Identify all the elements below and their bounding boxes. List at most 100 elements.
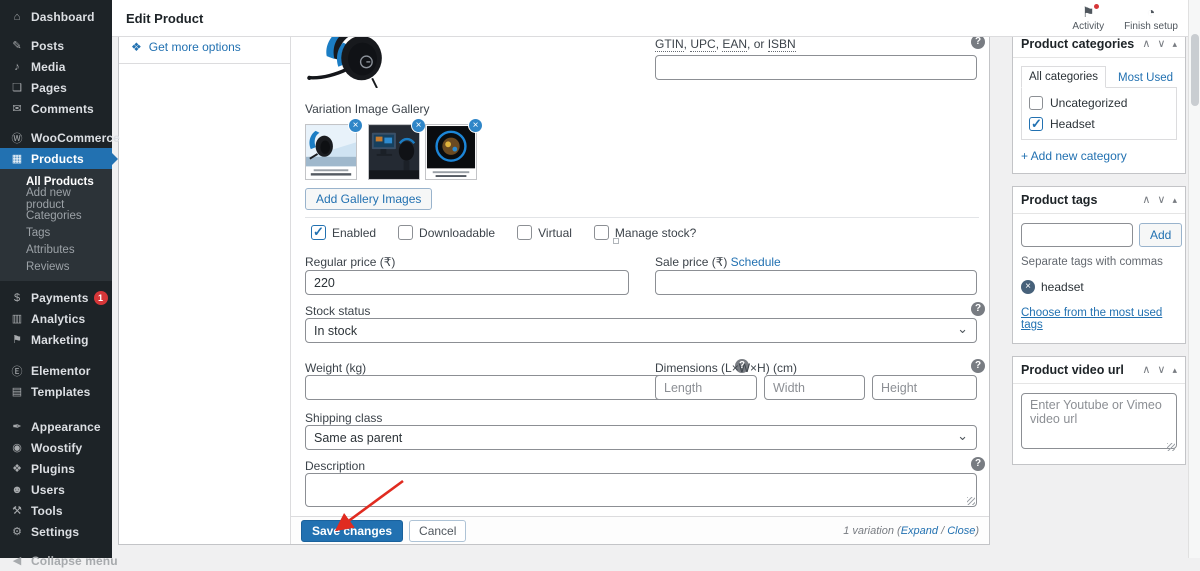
length-input[interactable]	[655, 375, 757, 400]
checkbox[interactable]	[1029, 96, 1043, 110]
new-tag-input[interactable]	[1021, 223, 1133, 247]
shipping-class-value: Same as parent	[314, 431, 402, 445]
sidebar-item-woocommerce[interactable]: Ⓦ WooCommerce	[0, 127, 112, 148]
regular-price-input[interactable]	[305, 270, 629, 295]
width-input[interactable]	[764, 375, 865, 400]
gear-icon: ⚙	[9, 525, 25, 538]
sidebar-item-appearance[interactable]: ✒ Appearance	[0, 416, 112, 437]
sidebar-item-woostify[interactable]: ◉ Woostify	[0, 437, 112, 458]
remove-tag-icon[interactable]: ×	[1021, 280, 1035, 294]
downloadable-checkbox[interactable]: Downloadable	[398, 225, 495, 240]
submenu-item-attributes[interactable]: Attributes	[0, 241, 112, 258]
category-list: Uncategorized Headset	[1021, 87, 1177, 140]
close-link[interactable]: Close	[947, 525, 975, 537]
checkbox[interactable]	[517, 225, 532, 240]
cancel-button[interactable]: Cancel	[409, 520, 466, 542]
sidebar-item-tools[interactable]: ⚒ Tools	[0, 500, 112, 521]
stock-status-help-icon[interactable]: ?	[971, 302, 985, 316]
expand-link[interactable]: Expand	[901, 525, 938, 537]
gallery-thumbnail[interactable]: ×	[368, 124, 420, 180]
move-down-icon[interactable]: ∨	[1157, 365, 1165, 376]
checkbox-checked[interactable]	[1029, 117, 1043, 131]
add-new-category-link[interactable]: + Add new category	[1013, 140, 1185, 173]
submenu-item-tags[interactable]: Tags	[0, 224, 112, 241]
tab-most-used[interactable]: Most Used	[1106, 68, 1173, 88]
sidebar-item-dashboard[interactable]: ⌂ Dashboard	[0, 6, 112, 27]
finish-setup-button[interactable]: ◔ Finish setup	[1124, 5, 1178, 32]
woocommerce-icon: Ⓦ	[9, 130, 25, 146]
toggle-panel-icon[interactable]: ▴	[1172, 39, 1177, 50]
category-label: Uncategorized	[1050, 96, 1127, 110]
isbn-abbr: ISBN	[768, 37, 796, 52]
sale-price-input[interactable]	[655, 270, 977, 295]
toggle-panel-icon[interactable]: ▴	[1172, 365, 1177, 376]
save-changes-button[interactable]: Save changes	[301, 520, 403, 542]
categories-tabs: All categories Most Used	[1021, 66, 1177, 88]
video-url-textarea[interactable]	[1021, 393, 1177, 449]
shipping-class-select[interactable]: Same as parent ⌄	[305, 425, 977, 450]
sidebar-item-pages[interactable]: ❏ Pages	[0, 77, 112, 98]
stock-status-select[interactable]: In stock ⌄	[305, 318, 977, 343]
checkbox[interactable]	[594, 225, 609, 240]
activity-button[interactable]: ⚑ Activity	[1072, 5, 1104, 32]
sidebar-item-templates[interactable]: ▤ Templates	[0, 381, 112, 402]
remove-image-icon[interactable]: ×	[348, 118, 363, 133]
gallery-thumbnail[interactable]: ×	[305, 124, 357, 180]
manage-stock-checkbox[interactable]: Manage stock?	[594, 225, 696, 240]
move-up-icon[interactable]: ∧	[1142, 39, 1150, 50]
topbar-actions: ⚑ Activity ◔ Finish setup	[1052, 5, 1178, 32]
move-down-icon[interactable]: ∨	[1157, 195, 1165, 206]
product-tags-header[interactable]: Product tags ∧ ∨ ▴	[1013, 187, 1185, 214]
submenu-item-reviews[interactable]: Reviews	[0, 258, 112, 275]
move-up-icon[interactable]: ∧	[1142, 365, 1150, 376]
description-textarea[interactable]	[305, 473, 977, 507]
remove-image-icon[interactable]: ×	[468, 118, 483, 133]
checkbox[interactable]	[398, 225, 413, 240]
schedule-link[interactable]: Schedule	[731, 255, 781, 269]
gtin-help-icon[interactable]: ?	[971, 35, 985, 49]
product-video-url-header[interactable]: Product video url ∧ ∨ ▴	[1013, 357, 1185, 384]
gallery-thumbnails: × ×	[305, 124, 477, 180]
sidebar-item-elementor[interactable]: Ⓔ Elementor	[0, 360, 112, 381]
get-more-options-label: Get more options	[149, 40, 241, 54]
sidebar-item-plugins[interactable]: ❖ Plugins	[0, 458, 112, 479]
resize-handle[interactable]	[1167, 443, 1175, 451]
category-item-headset[interactable]: Headset	[1029, 117, 1169, 131]
sidebar-item-collapse-menu[interactable]: ◀ Collapse menu	[0, 550, 112, 571]
variation-image[interactable]	[303, 30, 393, 88]
resize-handle[interactable]	[967, 497, 975, 505]
sidebar-item-settings[interactable]: ⚙ Settings	[0, 521, 112, 542]
tab-all-categories[interactable]: All categories	[1021, 66, 1106, 88]
scrollbar-thumb[interactable]	[1191, 34, 1199, 106]
add-gallery-images-button[interactable]: Add Gallery Images	[305, 188, 432, 210]
move-down-icon[interactable]: ∨	[1157, 39, 1165, 50]
page-scrollbar[interactable]	[1188, 0, 1200, 558]
height-input[interactable]	[872, 375, 977, 400]
sidebar-item-posts[interactable]: ✎ Posts	[0, 35, 112, 56]
sidebar-item-label: Appearance	[31, 420, 101, 434]
submenu-item-add-new-product[interactable]: Add new product	[0, 190, 112, 207]
sidebar-item-products[interactable]: ▦ Products	[0, 148, 112, 169]
sidebar-item-analytics[interactable]: ▥ Analytics	[0, 308, 112, 329]
dimensions-help-icon[interactable]: ?	[971, 359, 985, 373]
enabled-checkbox[interactable]: Enabled	[311, 225, 376, 240]
add-tag-button[interactable]: Add	[1139, 223, 1182, 247]
category-item-uncategorized[interactable]: Uncategorized	[1029, 96, 1169, 110]
most-used-tags-link[interactable]: Choose from the most used tags	[1021, 307, 1177, 331]
gallery-thumbnail[interactable]: ×	[425, 124, 477, 180]
sidebar-item-media[interactable]: ♪ Media	[0, 56, 112, 77]
move-up-icon[interactable]: ∧	[1142, 195, 1150, 206]
description-help-icon[interactable]: ?	[971, 457, 985, 471]
sidebar-item-payments[interactable]: $ Payments 1	[0, 287, 112, 308]
sidebar-item-comments[interactable]: ✉ Comments	[0, 98, 112, 119]
sidebar-item-marketing[interactable]: ⚑ Marketing	[0, 329, 112, 350]
checkbox-checked[interactable]	[311, 225, 326, 240]
remove-image-icon[interactable]: ×	[411, 118, 426, 133]
toggle-panel-icon[interactable]: ▴	[1172, 195, 1177, 206]
drag-handle[interactable]	[613, 238, 619, 244]
virtual-checkbox[interactable]: Virtual	[517, 225, 572, 240]
gtin-abbr: GTIN	[655, 37, 684, 52]
sidebar-item-users[interactable]: ☻ Users	[0, 479, 112, 500]
gtin-input[interactable]	[655, 55, 977, 80]
activity-flag-icon: ⚑	[1082, 5, 1095, 20]
